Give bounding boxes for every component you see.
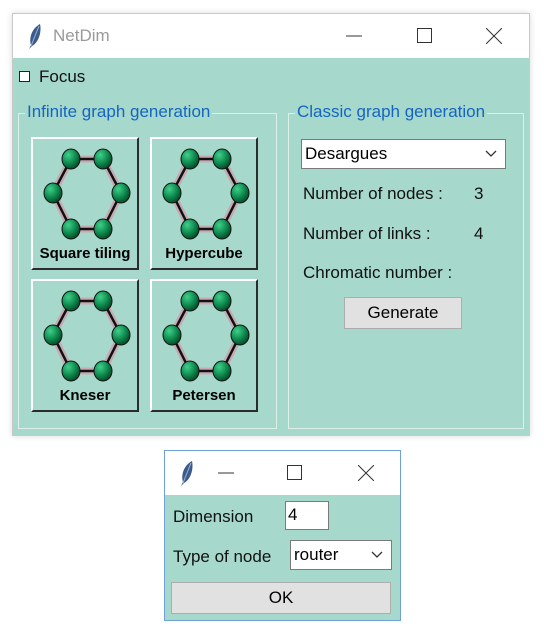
kneser-button[interactable]: Kneser (31, 279, 139, 412)
window-title: NetDim (53, 26, 110, 45)
graph-type-select[interactable]: Desargues (301, 139, 506, 169)
node-type-select[interactable]: router (290, 540, 392, 570)
close-button[interactable] (471, 14, 517, 58)
hexagon-graph-icon (41, 287, 133, 385)
maximize-icon (287, 465, 302, 480)
kneser-label: Kneser (59, 387, 111, 404)
dimension-label: Dimension (173, 507, 254, 526)
dialog-title-bar[interactable] (165, 451, 400, 495)
hexagon-graph-icon (160, 287, 252, 385)
infinite-group-title: Infinite graph generation (25, 102, 213, 122)
graph-type-value: Desargues (305, 144, 388, 163)
maximize-button[interactable] (402, 14, 448, 58)
node-type-label: Type of node (173, 547, 272, 566)
nodes-value: 3 (474, 184, 484, 203)
classic-group-title: Classic graph generation (295, 102, 488, 122)
close-icon (358, 465, 374, 481)
dialog-close-button[interactable] (343, 451, 389, 495)
links-value: 4 (474, 224, 484, 243)
links-label: Number of links : (303, 224, 431, 243)
dialog-minimize-button[interactable] (203, 451, 249, 495)
dimension-dialog: Dimension 4 Type of node router OK (164, 450, 401, 621)
minimize-icon (346, 35, 362, 37)
hexagon-graph-icon (160, 145, 252, 243)
main-window: NetDim Focus Infinite graph generation S… (12, 13, 530, 436)
focus-label: Focus (39, 67, 86, 86)
chromatic-label: Chromatic number : (303, 263, 453, 282)
dimension-input[interactable]: 4 (285, 501, 329, 530)
hypercube-button[interactable]: Hypercube (150, 137, 258, 270)
close-icon (486, 28, 502, 44)
maximize-icon (417, 28, 432, 43)
feather-icon (180, 460, 194, 486)
infinite-graph-group: Infinite graph generation Square tiling … (18, 102, 277, 429)
square-tiling-button[interactable]: Square tiling (31, 137, 139, 270)
feather-icon (28, 23, 42, 49)
chevron-down-icon (371, 551, 383, 558)
square-tiling-label: Square tiling (39, 245, 131, 262)
hexagon-graph-icon (41, 145, 133, 243)
title-bar[interactable]: NetDim (13, 14, 529, 58)
node-type-value: router (294, 545, 339, 564)
classic-graph-group: Classic graph generation Desargues Numbe… (288, 102, 524, 429)
nodes-label: Number of nodes : (303, 184, 443, 203)
minimize-icon (218, 472, 234, 474)
generate-button[interactable]: Generate (344, 297, 462, 329)
dialog-maximize-button[interactable] (272, 451, 318, 495)
chevron-down-icon (485, 150, 497, 157)
ok-button[interactable]: OK (171, 582, 391, 614)
hypercube-label: Hypercube (165, 245, 243, 262)
petersen-label: Petersen (172, 387, 236, 404)
petersen-button[interactable]: Petersen (150, 279, 258, 412)
minimize-button[interactable] (331, 14, 377, 58)
focus-checkbox[interactable] (19, 71, 30, 82)
